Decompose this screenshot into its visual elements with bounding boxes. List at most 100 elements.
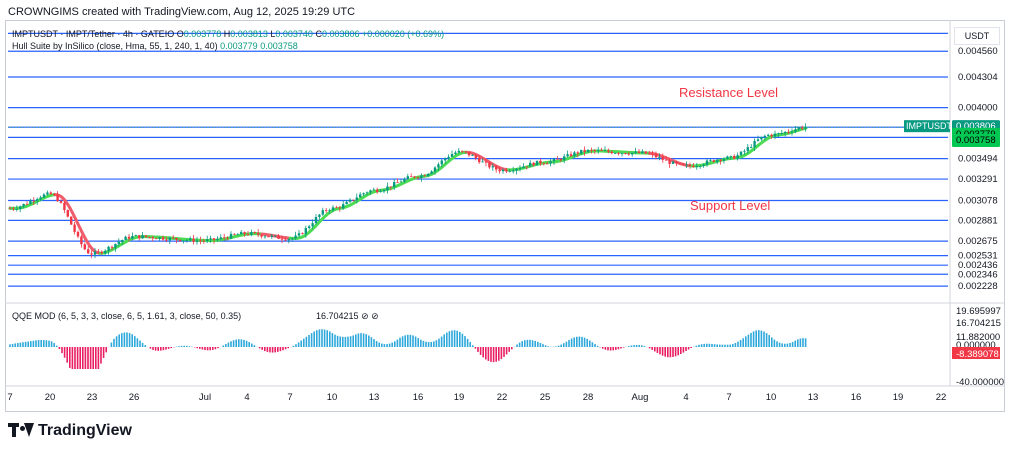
qqe-bar (524, 340, 526, 347)
qqe-bar (225, 344, 227, 347)
y-tick-label: 0.004000 (958, 103, 998, 114)
qqe-bar (362, 333, 365, 347)
x-tick-label: 20 (45, 392, 56, 403)
candle-body (216, 238, 219, 241)
candle-body (134, 235, 137, 237)
qqe-bar (500, 347, 503, 360)
x-tick-label: 10 (766, 392, 777, 403)
qqe-bar (170, 347, 172, 349)
candle-body (406, 176, 409, 179)
candle-body (192, 238, 195, 242)
candle-body (144, 235, 148, 237)
candle-body (763, 135, 766, 137)
qqe-bar (682, 347, 685, 353)
candle-body (743, 150, 746, 152)
x-tick-label: 13 (369, 392, 380, 403)
qqe-bar (310, 333, 313, 347)
qqe-bar (24, 341, 27, 347)
qqe-bar (344, 336, 347, 347)
candle-body (433, 167, 437, 172)
tradingview-logo[interactable]: TradingView (8, 422, 132, 440)
qqe-bar (638, 345, 640, 347)
x-tick-label: 16 (851, 392, 862, 403)
qqe-bar (222, 345, 224, 347)
candle-body (522, 166, 525, 169)
candle-body (695, 166, 698, 168)
qqe-bar (758, 330, 760, 347)
qqe-bar (383, 344, 386, 347)
qqe-bar (612, 347, 614, 351)
qqe-bar (321, 329, 323, 347)
candle-body (563, 156, 566, 161)
x-tick-label: 4 (683, 392, 688, 403)
qqe-bar (752, 331, 755, 347)
candle-body (423, 175, 426, 177)
qqe-bar (295, 344, 297, 347)
candle-body (46, 192, 49, 195)
qqe-bar (154, 347, 157, 351)
candle-body (733, 155, 736, 159)
candle-body (104, 250, 107, 254)
candle-body (797, 127, 800, 130)
candle-body (699, 166, 702, 167)
candle-body (722, 158, 726, 161)
qqe-bar (482, 347, 484, 358)
candle-body (314, 217, 318, 224)
y-tick-label: 0.004304 (958, 72, 998, 83)
qqe-bar (266, 347, 269, 352)
qqe-bar (464, 336, 466, 347)
candle-body (535, 160, 539, 166)
qqe-bar (791, 342, 794, 347)
candle-body (321, 210, 324, 215)
candle-body (801, 127, 804, 129)
symbol-legend: IMPTUSDT · IMPT/Tether · 4h · GATEIO O0.… (12, 29, 444, 39)
qqe-bar (113, 338, 115, 347)
candle-body (168, 237, 171, 241)
candle-body (8, 208, 12, 210)
qqe-bar (776, 341, 778, 347)
candle-body (199, 240, 202, 242)
currency-unit-button[interactable]: USDT (954, 27, 1000, 45)
qqe-bar (591, 342, 594, 347)
qqe-bar (542, 344, 544, 347)
candle-body (161, 237, 165, 240)
candle-body (25, 203, 29, 205)
qqe-bar (417, 338, 419, 347)
qqe-bar (555, 346, 557, 347)
candle-body (552, 158, 556, 162)
x-tick-label: 7 (7, 392, 12, 403)
candle-body (607, 150, 610, 152)
candle-body (338, 207, 341, 209)
qqe-bar (292, 345, 295, 347)
ohlc-change: +0.000020 (+0.69%) (362, 29, 445, 39)
hull-legend: Hull Suite by InSilico (close, Hma, 55, … (12, 41, 298, 51)
qqe-bar (674, 347, 677, 357)
qqe-bar (750, 332, 752, 347)
qqe-bar (672, 347, 674, 358)
candle-body (716, 159, 719, 162)
qqe-bar (485, 347, 487, 360)
qqe-bar (355, 334, 357, 347)
candle-body (712, 160, 715, 162)
qqe-bar (661, 347, 664, 356)
qqe-bar (45, 340, 48, 347)
candle-body (32, 200, 35, 202)
qqe-bar (778, 342, 781, 347)
hull-legend-label: Hull Suite by InSilico (close, Hma, 55, … (12, 41, 218, 51)
x-tick-label: 28 (583, 392, 594, 403)
qqe-bar (82, 347, 84, 369)
candle-body (804, 126, 807, 129)
y-tick-label: 0.002228 (958, 281, 998, 292)
qqe-bar (537, 341, 539, 347)
x-tick-label: 7 (726, 392, 731, 403)
symbol-price-tag-text: IMPTUSDT (906, 121, 953, 131)
qqe-bar (396, 339, 399, 347)
price-chart[interactable]: 7 20 23 26 Jul 4 7 10 13 16 19 22 25 28 Aug 4 7 10 13 16 19 2… (0, 0, 1024, 456)
qqe-bar (97, 347, 100, 369)
candle-body (124, 236, 127, 240)
qqe-bar (589, 340, 591, 347)
candle-body (726, 156, 729, 159)
qqe-bar (92, 347, 94, 369)
qqe-bar (206, 347, 209, 351)
candle-body (450, 153, 454, 157)
